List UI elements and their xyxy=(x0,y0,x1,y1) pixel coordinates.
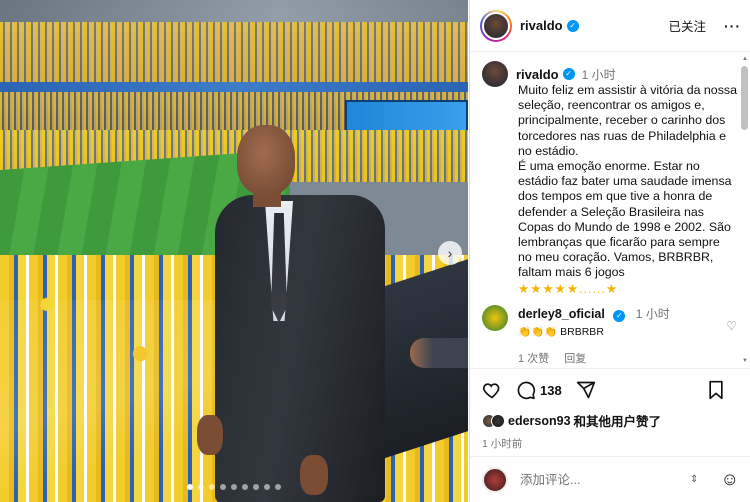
comment-text: 👏👏👏 BRBRBR xyxy=(518,326,604,338)
post-actions: 138 ederson93 和其他用户赞了 1 小时前 xyxy=(470,368,750,451)
commenter-avatar[interactable] xyxy=(482,305,508,331)
expand-icon[interactable]: ⇕ xyxy=(690,474,698,485)
carousel-dot[interactable] xyxy=(220,484,226,490)
caption-username[interactable]: rivaldo xyxy=(516,67,559,82)
caption: rivaldo ✓ 1 小时 Muito feliz em assistir à… xyxy=(482,61,737,296)
bookmark-icon[interactable] xyxy=(707,380,725,400)
carousel-dot[interactable] xyxy=(187,484,193,490)
author-avatar[interactable] xyxy=(480,9,512,42)
scroll-down-arrow[interactable]: ▼ xyxy=(742,358,748,364)
current-user-avatar xyxy=(482,466,508,493)
next-slide-button[interactable]: › xyxy=(438,241,462,265)
comment-input[interactable] xyxy=(520,472,690,487)
liked-by-user[interactable]: ederson93 xyxy=(508,414,571,428)
carousel-dot[interactable] xyxy=(198,484,204,490)
liked-by-suffix: 和其他用户赞了 xyxy=(573,415,662,429)
caption-time: 1 小时 xyxy=(581,67,616,82)
post-header: rivaldo ✓ 已关注 ··· xyxy=(470,0,750,52)
carousel-dot[interactable] xyxy=(242,484,248,490)
carousel-dots xyxy=(0,484,468,490)
comment-icon[interactable]: 138 xyxy=(516,380,562,400)
carousel-dot[interactable] xyxy=(231,484,237,490)
post-photo[interactable]: › xyxy=(0,0,468,502)
verified-badge-icon: ✓ xyxy=(562,68,575,80)
stadium-upper-stand xyxy=(0,22,468,84)
caption-stars: ★★★★★......★ xyxy=(518,281,619,296)
person-arm xyxy=(410,338,468,368)
verified-badge-icon: ✓ xyxy=(566,19,579,32)
caption-avatar[interactable] xyxy=(482,61,508,87)
liker-avatar xyxy=(491,413,505,428)
man-in-suit xyxy=(195,125,395,502)
post-timestamp: 1 小时前 xyxy=(482,438,523,450)
scroll-up-arrow[interactable]: ▲ xyxy=(742,56,748,62)
verified-badge-icon: ✓ xyxy=(613,310,626,322)
carousel-dot[interactable] xyxy=(253,484,259,490)
carousel-dot[interactable] xyxy=(209,484,215,490)
comment-count: 138 xyxy=(540,382,562,398)
comment-time: 1 小时 xyxy=(635,307,670,321)
share-icon[interactable] xyxy=(576,380,596,400)
scrollbar-thumb[interactable] xyxy=(741,66,748,130)
emoji-icon[interactable]: ☺ xyxy=(721,469,739,490)
comment-reply-button[interactable]: 回复 xyxy=(564,353,586,365)
author-username[interactable]: rivaldo xyxy=(520,18,563,33)
carousel-dot[interactable] xyxy=(264,484,270,490)
liked-by[interactable]: ederson93 和其他用户赞了 xyxy=(482,411,739,430)
post-side-panel: rivaldo ✓ 已关注 ··· rivaldo ✓ 1 小时 Muito f… xyxy=(469,0,750,502)
comment-likes[interactable]: 1 次赞 xyxy=(518,353,549,365)
add-comment-bar: ⇕ ☺ xyxy=(470,456,750,502)
stadium-ad-band xyxy=(0,82,468,92)
following-button[interactable]: 已关注 xyxy=(668,16,706,35)
more-options-icon[interactable]: ··· xyxy=(724,18,741,34)
commenter-username[interactable]: derley8_oficial xyxy=(518,307,605,321)
heart-icon[interactable] xyxy=(482,380,502,400)
comment-heart-icon[interactable]: ♡ xyxy=(726,319,737,333)
comment-item: derley8_oficial ✓ 1 小时 👏👏👏 BRBRBR 1 次赞 回… xyxy=(482,305,737,366)
carousel-dot[interactable] xyxy=(275,484,281,490)
caption-text: Muito feliz em assistir à vitória da nos… xyxy=(518,83,737,280)
comments-scroll-area[interactable]: rivaldo ✓ 1 小时 Muito feliz em assistir à… xyxy=(470,53,750,367)
